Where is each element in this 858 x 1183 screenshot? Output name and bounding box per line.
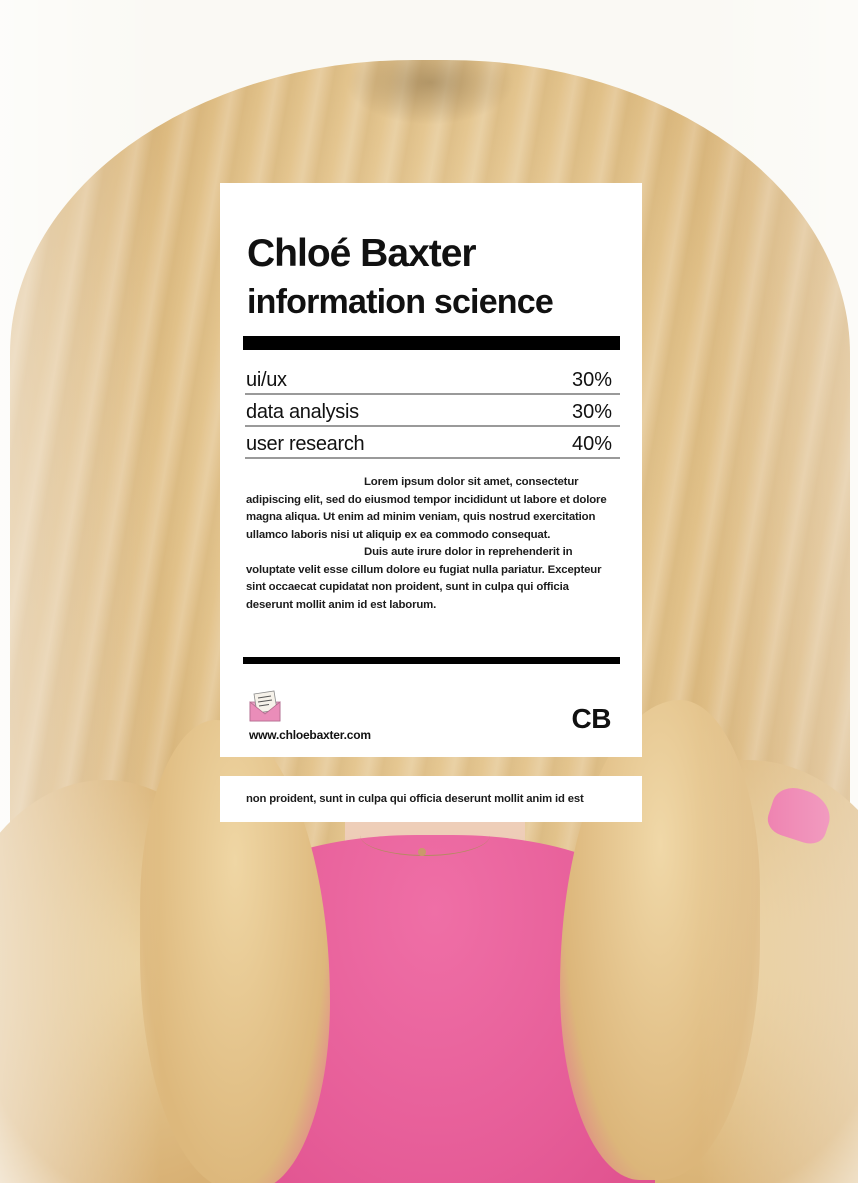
footer-text: non proident, sunt in culpa qui officia … [246, 793, 584, 805]
bottom-divider [243, 657, 620, 664]
profile-field: information science [247, 283, 554, 321]
top-divider [243, 336, 620, 350]
skill-row: ui/ux 30% [245, 363, 620, 395]
profile-name: Chloé Baxter [247, 232, 477, 275]
necklace-pendant [418, 848, 426, 856]
skill-label: user research [246, 433, 365, 455]
skill-percent: 30% [571, 369, 612, 391]
website-link[interactable]: www.chloebaxter.com [249, 728, 371, 742]
skill-label: data analysis [246, 401, 359, 423]
skill-row: user research 40% [245, 427, 620, 459]
skill-percent: 30% [571, 401, 612, 423]
footer-strip: non proident, sunt in culpa qui officia … [220, 776, 642, 822]
description-paragraph: Duis aute irure dolor in reprehenderit i… [246, 546, 602, 611]
skills-list: ui/ux 30% data analysis 30% user researc… [245, 363, 620, 459]
monogram: CB [571, 703, 612, 734]
description-paragraph: Lorem ipsum dolor sit amet, consectetur … [246, 476, 607, 541]
envelope-logo-icon [249, 690, 281, 722]
skill-row: data analysis 30% [245, 395, 620, 427]
skill-percent: 40% [571, 433, 612, 455]
profile-card: Chloé Baxter information science ui/ux 3… [220, 183, 642, 757]
skill-label: ui/ux [246, 369, 287, 391]
profile-description: Lorem ipsum dolor sit amet, consectetur … [246, 474, 616, 614]
